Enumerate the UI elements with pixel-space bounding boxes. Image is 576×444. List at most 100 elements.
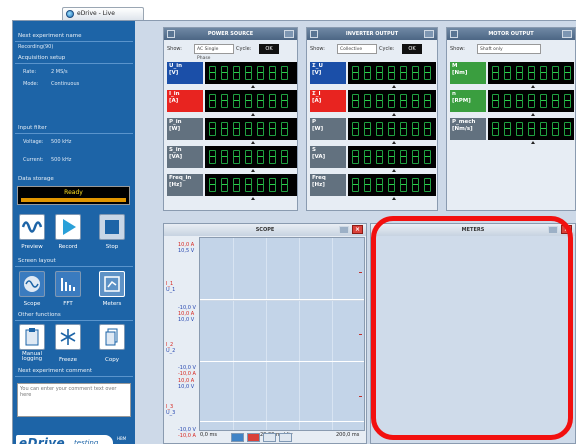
show-select[interactable]: Collective: [337, 44, 377, 54]
back-arrow-icon[interactable]: [231, 433, 244, 442]
digit-dash: [413, 156, 418, 157]
digit-segment: [412, 94, 419, 108]
digit-dash: [401, 156, 406, 157]
digit-segment: [352, 122, 359, 136]
panel-menu-icon[interactable]: [339, 226, 349, 234]
channel-selector[interactable]: n [RPM]: [450, 90, 486, 112]
cycle-ok-button[interactable]: OK: [402, 44, 422, 54]
stop-button[interactable]: [99, 214, 125, 240]
layout-meters-button[interactable]: [99, 271, 125, 297]
digit-dash: [365, 72, 370, 73]
digit-dash: [353, 100, 358, 101]
digit-segment: [221, 66, 228, 80]
scope-channel-label: 10,0 V: [178, 384, 195, 390]
digit-segment: [528, 94, 535, 108]
show-label: Show:: [450, 46, 465, 52]
digit-segment: [233, 178, 240, 192]
channel-selector[interactable]: Σ_I [A]: [310, 90, 346, 112]
channel-selector[interactable]: Σ_U [V]: [310, 62, 346, 84]
channel-selector[interactable]: P_mech [Nm/s]: [450, 118, 486, 140]
channel-selector[interactable]: M [Nm]: [450, 62, 486, 84]
digit-dash: [270, 72, 275, 73]
manual-logging-button[interactable]: [19, 324, 45, 350]
grid-icon[interactable]: [279, 433, 292, 442]
record-button[interactable]: [55, 214, 81, 240]
layout-scope-button[interactable]: [19, 271, 45, 297]
power-source-panel: POWER SOURCE Show: AC Single Phase Cycle…: [163, 27, 298, 211]
digit-segment: [376, 94, 383, 108]
channel-name: P: [312, 119, 317, 125]
panel-info-icon[interactable]: [167, 30, 175, 38]
digit-segment: [424, 122, 431, 136]
channel-name: P_mech: [452, 119, 476, 125]
scope-channel-label: 10,0 V: [178, 317, 195, 323]
digit-segment: [352, 150, 359, 164]
inverter-output-header: INVERTER OUTPUT: [307, 28, 437, 40]
pointer-icon: [392, 197, 396, 200]
pointer-icon: [531, 113, 535, 116]
digit-dash: [389, 72, 394, 73]
digit-dash: [401, 100, 406, 101]
digit-segment: [221, 178, 228, 192]
show-select[interactable]: AC Single Phase: [194, 44, 234, 61]
pointer-icon: [392, 169, 396, 172]
digit-segment: [257, 150, 264, 164]
panel-menu-icon[interactable]: [284, 30, 294, 38]
digit-segment: [233, 122, 240, 136]
digit-segment: [388, 94, 395, 108]
channel-selector[interactable]: P [W]: [310, 118, 346, 140]
digit-dash: [377, 72, 382, 73]
copy-button[interactable]: [99, 324, 125, 350]
channel-selector[interactable]: P_in [W]: [167, 118, 203, 140]
digit-dash: [493, 128, 498, 129]
voltage-filter-value[interactable]: 500 kHz: [51, 139, 71, 145]
pointer-icon: [392, 141, 396, 144]
current-filter-value[interactable]: 500 kHz: [51, 157, 71, 163]
comment-textarea[interactable]: You can enter your comment text over her…: [17, 383, 131, 417]
channel-selector[interactable]: Freq [Hz]: [310, 174, 346, 196]
digit-dash: [282, 184, 287, 185]
copy-label: Copy: [105, 357, 119, 363]
cycle-label: Cycle:: [379, 46, 395, 52]
digit-segment: [376, 150, 383, 164]
digit-segment: [281, 66, 288, 80]
digit-segment: [400, 122, 407, 136]
rate-value[interactable]: 2 MS/s: [51, 69, 68, 75]
zoom-icon[interactable]: [263, 433, 276, 442]
channel-selector[interactable]: U_in [V]: [167, 62, 203, 84]
app-tab[interactable]: eDrive - Live: [62, 7, 144, 20]
close-icon[interactable]: ×: [352, 225, 363, 234]
show-select[interactable]: Shaft only: [477, 44, 541, 54]
preview-button[interactable]: [19, 214, 45, 240]
digit-segment: [492, 66, 499, 80]
digit-dash: [270, 184, 275, 185]
cycle-ok-button[interactable]: OK: [259, 44, 279, 54]
panel-menu-icon[interactable]: [424, 30, 434, 38]
digit-dash: [246, 128, 251, 129]
freeze-button[interactable]: [55, 324, 81, 350]
channel-selector[interactable]: Freq_in [Hz]: [167, 174, 203, 196]
mode-value[interactable]: Continuous: [51, 81, 79, 87]
digit-segment: [209, 122, 216, 136]
digit-segment: [424, 178, 431, 192]
scope-plot-area[interactable]: [199, 237, 365, 431]
digit-dash: [553, 128, 558, 129]
x-axis-end: 200,0 ms: [336, 432, 360, 438]
next-experiment-name-value[interactable]: Recording(90): [18, 44, 53, 50]
digit-dash: [222, 184, 227, 185]
pause-icon[interactable]: [247, 433, 260, 442]
digit-segment: [412, 178, 419, 192]
panel-menu-icon[interactable]: [562, 30, 572, 38]
pointer-icon: [531, 141, 535, 144]
grid-line: [266, 238, 267, 430]
panel-info-icon[interactable]: [310, 30, 318, 38]
channel-selector[interactable]: S [VA]: [310, 146, 346, 168]
panel-info-icon[interactable]: [450, 30, 458, 38]
value-display: [205, 174, 297, 196]
status-text: Ready: [64, 189, 83, 196]
channel-selector[interactable]: I_in [A]: [167, 90, 203, 112]
layout-fft-button[interactable]: [55, 271, 81, 297]
digit-segment: [233, 66, 240, 80]
digit-dash: [401, 128, 406, 129]
channel-selector[interactable]: S_in [VA]: [167, 146, 203, 168]
